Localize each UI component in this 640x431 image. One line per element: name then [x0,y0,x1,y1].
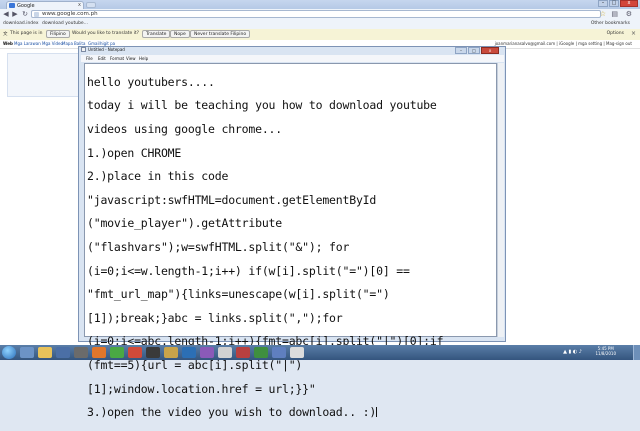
taskbar-media-player-icon[interactable] [56,347,70,358]
reload-icon[interactable]: ↻ [21,10,29,18]
start-button[interactable] [2,346,16,359]
notepad-title-bar: Untitled - Notepad [80,46,500,54]
google-user-links[interactable]: joanmarianasalvo@gmail.com | iGoogle | m… [495,41,632,46]
menu-edit[interactable]: Edit [98,56,106,61]
text-line: ("movie_player").getAttribute [87,216,282,231]
language-select[interactable]: Filipino [46,30,70,38]
bookmark-item[interactable]: download.index [3,21,39,26]
google-link[interactable]: Mga Larawan [14,41,41,46]
address-text: www.google.com.ph [42,11,98,17]
translate-options[interactable]: Options [607,31,624,36]
taskbar-explorer-icon[interactable] [38,347,52,358]
bookmark-item[interactable]: download youtube... [42,21,88,26]
taskbar-app-icon[interactable] [74,347,88,358]
text-line: today i will be teaching you how to down… [87,98,437,113]
translate-icon: 文 [3,32,8,37]
notepad-title: Untitled - Notepad [88,47,125,52]
translate-button[interactable]: Translate [142,30,171,38]
taskbar-app-icon[interactable] [146,347,160,358]
text-line: (i=0;i<=w.length-1;i++) if(w[i].split("=… [87,263,410,278]
notepad-close-button[interactable]: x [481,47,499,54]
text-line: videos using google chrome... [87,121,282,136]
maximize-button[interactable]: □ [609,0,619,7]
menu-file[interactable]: File [86,56,93,61]
notepad-window-controls: – □ x [455,47,499,54]
taskbar-app-icon[interactable] [182,347,196,358]
notepad-vertical-scrollbar[interactable] [497,63,504,337]
taskbar-app-icon[interactable] [200,347,214,358]
text-line: ("flashvars");w=swfHTML.split("&"); for [87,239,350,254]
taskbar-firefox-icon[interactable] [92,347,106,358]
taskbar-app-icon[interactable] [218,347,232,358]
window-controls: – □ x [598,0,638,8]
google-page-right [508,49,640,345]
google-link[interactable]: Mga Video [42,41,63,46]
menu-help[interactable]: Help [139,56,148,61]
show-desktop-button[interactable] [633,345,640,360]
google-link[interactable]: Mapa [62,41,73,46]
google-favicon-icon [9,3,15,8]
taskbar-ie-icon[interactable] [20,347,34,358]
text-caret [376,407,378,418]
taskbar-app-icon[interactable] [236,347,250,358]
menu-format[interactable]: Format [110,56,124,61]
minimize-button[interactable]: – [598,0,608,7]
menu-view[interactable]: View [126,56,136,61]
google-page-panel [7,53,79,97]
text-line: "fmt_url_map"){links=unescape(w[i].split… [87,287,390,302]
text-line: 2.)place in this code [87,169,229,184]
infobar-close-icon[interactable]: × [631,30,636,37]
text-line: "javascript:swfHTML=document.getElementB… [87,192,377,207]
page-menu-icon[interactable]: ▤ [611,10,618,18]
taskbar-chrome-icon[interactable] [110,347,124,358]
close-button[interactable]: x [620,0,638,7]
translate-message: This page is in [10,31,43,36]
taskbar-notepad-icon[interactable] [290,347,304,358]
nope-button[interactable]: Nope [170,30,190,38]
new-tab-button[interactable] [86,2,96,8]
translate-question: Would you like to translate it? [72,31,140,36]
text-line: [1];window.location.href = url;}}" [87,381,316,396]
text-line: [1]);break;}abc = links.split(",");for [87,310,343,325]
notepad-minimize-button[interactable]: – [455,47,467,54]
clock-date: 11/8/2010 [595,351,616,356]
google-link-web[interactable]: Web [3,41,13,46]
wrench-menu-icon[interactable]: ⚙ [626,10,632,18]
bookmark-star-icon[interactable]: ☆ [600,10,606,18]
taskbar-app-icon[interactable] [128,347,142,358]
never-translate-button[interactable]: Never translate Filipino [190,30,251,38]
text-line: hello youtubers.... [87,74,215,89]
address-bar[interactable]: www.google.com.ph [31,10,601,18]
other-bookmarks[interactable]: Other bookmarks [591,21,630,26]
back-arrow-icon[interactable]: ◀ [2,10,10,18]
taskbar-app-icon[interactable] [254,347,268,358]
taskbar-app-icon[interactable] [272,347,286,358]
notepad-content[interactable]: hello youtubers.... today i will be teac… [87,65,495,431]
text-line: 1.)open CHROME [87,145,182,160]
text-line: 3.)open the video you wish to download..… [87,405,377,420]
page-icon [34,12,39,17]
notepad-icon [81,47,86,52]
tab-close-icon[interactable]: x [78,2,81,8]
tab-google[interactable]: Google x [6,1,84,9]
system-tray-icons[interactable]: ▲ ▮ ◐ ♪ [563,349,582,355]
notepad-maximize-button[interactable]: □ [468,47,480,54]
taskbar-clock[interactable]: 5:45 PM 11/8/2010 [595,346,616,356]
taskbar-app-icon[interactable] [164,347,178,358]
browser-title-bar [0,0,640,9]
text-line: (fmt==5){url = abc[i].split("|") [87,357,303,372]
forward-arrow-icon[interactable]: ▶ [11,10,19,18]
